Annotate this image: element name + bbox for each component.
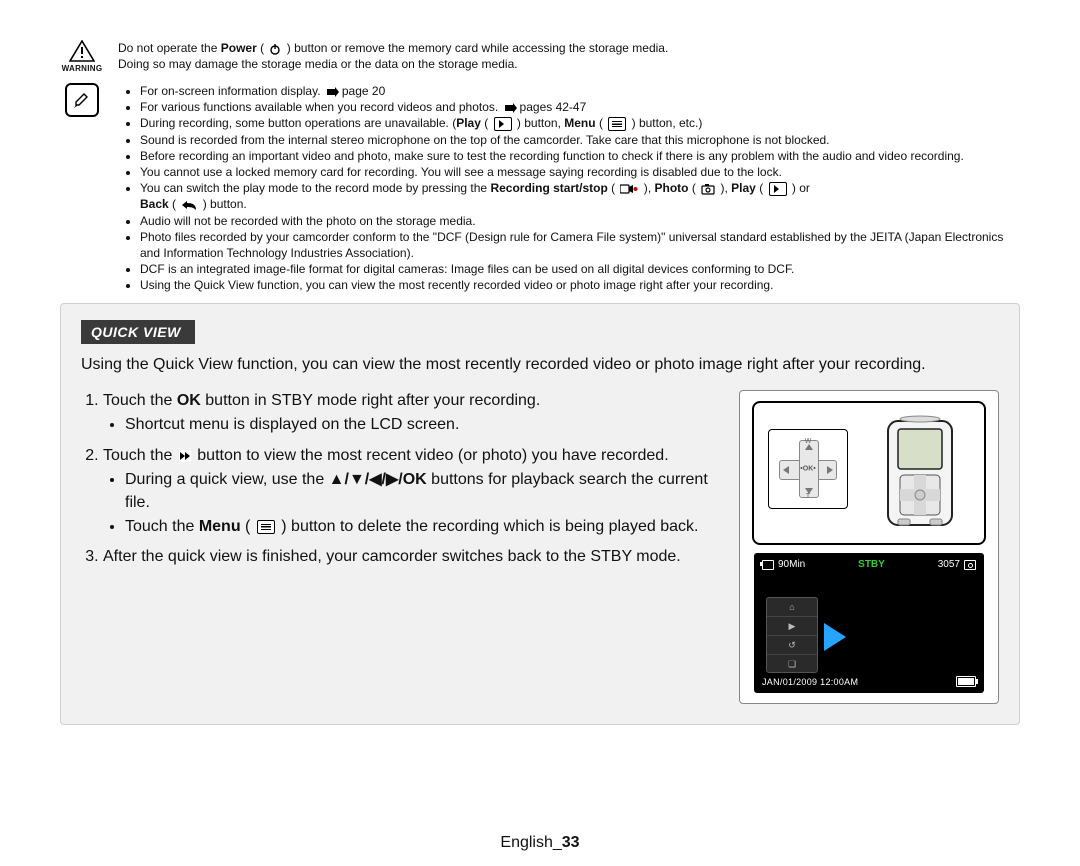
camcorder-body-icon (870, 415, 970, 531)
video-mode-icon (762, 560, 774, 570)
step-3: After the quick view is finished, your c… (103, 546, 721, 568)
step-1-sub: Shortcut menu is displayed on the LCD sc… (125, 414, 721, 436)
note-pencil-icon (65, 83, 99, 117)
lcd-screenshot: 90Min STBY 3057 ⌂ ▶ ↺ ❏ JAN/01/2009 12:0… (754, 553, 984, 693)
note-item: Photo files recorded by your camcorder c… (140, 229, 1020, 261)
lcd-status: STBY (858, 559, 885, 570)
dpad-t-label: T (806, 493, 810, 500)
quick-view-intro: Using the Quick View function, you can v… (81, 354, 999, 376)
play-icon (769, 182, 787, 196)
photo-mode-icon (964, 560, 976, 570)
text: Do not operate the (118, 41, 221, 55)
note-item: Sound is recorded from the internal ster… (140, 132, 1020, 148)
note-item: DCF is an integrated image-file format f… (140, 261, 1020, 277)
menu-icon (257, 520, 275, 534)
camcorder-illustration: •OK• W T (752, 401, 986, 545)
footer-page-number: 33 (562, 834, 580, 851)
quick-view-heading: QUICK VIEW (81, 320, 195, 344)
note-item: During recording, some button operations… (140, 115, 1020, 131)
menu-icon (608, 117, 626, 131)
battery-icon (956, 676, 976, 687)
play-icon (494, 117, 512, 131)
arrow-right-icon (504, 102, 518, 114)
lcd-top-right: 3057 (938, 559, 976, 570)
text-bold: Power (221, 41, 257, 55)
quick-view-illustrations: •OK• W T (739, 390, 999, 704)
note-block: For on-screen information display. page … (60, 83, 1020, 293)
warning-block: WARNING Do not operate the Power ( ) but… (60, 40, 1020, 73)
quick-view-steps: Touch the OK button in STBY mode right a… (81, 390, 721, 704)
text: Doing so may damage the storage media or… (118, 57, 518, 71)
note-item: For on-screen information display. page … (140, 83, 1020, 99)
manual-page: WARNING Do not operate the Power ( ) but… (0, 0, 1080, 866)
dpad-w-label: W (805, 438, 812, 445)
footer-lang: English_ (500, 834, 561, 851)
quick-view-panel: QUICK VIEW Using the Quick View function… (60, 303, 1020, 725)
step-2-sub-a: During a quick view, use the ▲/▼/◀/▶/OK … (125, 469, 721, 514)
lcd-menu-item: ↺ (767, 636, 817, 655)
lcd-menu-item: ▶ (767, 617, 817, 636)
lcd-menu-item: ❏ (767, 655, 817, 673)
photo-icon (701, 183, 715, 195)
power-icon (269, 43, 281, 55)
lcd-date: JAN/01/2009 12:00AM (762, 677, 858, 687)
step-2-sub-b: Touch the Menu ( ) button to delete the … (125, 516, 721, 538)
record-icon (620, 183, 638, 195)
forward-icon (179, 450, 191, 462)
warning-text: Do not operate the Power ( ) button or r… (118, 40, 668, 72)
note-item: Using the Quick View function, you can v… (140, 277, 1020, 293)
note-item: You can switch the play mode to the reco… (140, 180, 1020, 212)
warning-label: WARNING (60, 64, 104, 73)
note-item: For various functions available when you… (140, 99, 1020, 115)
note-item: Before recording an important video and … (140, 148, 1020, 164)
lcd-shortcut-menu: ⌂ ▶ ↺ ❏ (766, 597, 818, 673)
lcd-photo-count: 3057 (938, 559, 960, 570)
dpad-callout: •OK• W T (768, 429, 848, 509)
lcd-cursor-arrow-icon (824, 623, 846, 651)
step-2: Touch the button to view the most recent… (103, 445, 721, 539)
note-item: You cannot use a locked memory card for … (140, 164, 1020, 180)
text: button or remove the memory card while a… (294, 41, 668, 55)
arrow-right-icon (326, 86, 340, 98)
lcd-time-left: 90Min (778, 559, 805, 570)
note-list: For on-screen information display. page … (118, 83, 1020, 293)
note-item: Audio will not be recorded with the phot… (140, 213, 1020, 229)
dpad-ok-label: •OK• (800, 466, 815, 473)
page-footer: English_33 (0, 834, 1080, 852)
back-icon (181, 199, 197, 211)
lcd-top-left: 90Min (762, 559, 805, 570)
warning-triangle-icon (69, 40, 95, 62)
warning-icon-col: WARNING (60, 40, 104, 73)
lcd-menu-item: ⌂ (767, 598, 817, 617)
note-icon-col (60, 83, 104, 117)
step-1: Touch the OK button in STBY mode right a… (103, 390, 721, 437)
